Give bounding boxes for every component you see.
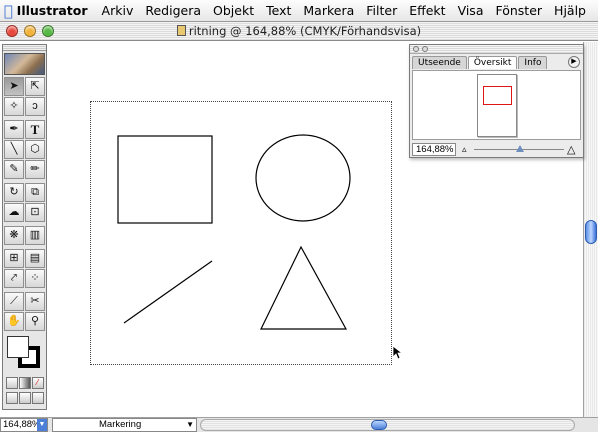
menu-redigera[interactable]: Redigera [145,3,201,18]
menu-bar:  Illustrator Arkiv Redigera Objekt Text… [0,0,598,22]
hand-icon[interactable]: ✋ [4,312,24,331]
gradient-icon[interactable]: ▤ [25,249,45,268]
vertical-scroll-thumb[interactable] [585,220,597,244]
navigator-thumbnail [477,74,517,137]
navigator-preview[interactable] [412,70,581,140]
circle-shape[interactable] [255,134,351,222]
menu-text[interactable]: Text [266,3,291,18]
pencil-icon[interactable]: ✏ [25,160,45,179]
eyedropper-icon[interactable]: ⤤ [4,269,24,288]
paintbrush-icon[interactable]: ✎ [4,160,24,179]
navigator-palette: Utseende Översikt Info ▶ 164,88% ▵ △ [409,44,584,158]
full-screen-menu-mode-icon[interactable] [18,392,31,404]
selection-arrow-icon[interactable]: ➤ [4,77,24,96]
line-segment-icon[interactable]: ╲ [4,140,24,159]
rotate-icon[interactable]: ↻ [4,183,24,202]
ellipse-icon[interactable]: ⬡ [25,140,45,159]
tab-utseende[interactable]: Utseende [412,56,467,69]
menu-hjalp[interactable]: Hjälp [554,3,586,18]
menu-objekt[interactable]: Objekt [213,3,254,18]
triangle-shape[interactable] [260,245,348,330]
zoom-level-field[interactable]: 164,88% ▼ [0,418,48,432]
horizontal-scroll-thumb[interactable] [371,420,387,430]
window-titlebar[interactable]: ritning @ 164,88% (CMYK/Förhandsvisa) [0,22,598,41]
apple-menu-icon[interactable]:  [0,2,17,20]
zoom-slider[interactable] [474,145,564,152]
line-shape[interactable] [123,260,213,324]
symbol-sprayer-icon[interactable]: ❋ [4,226,24,245]
status-info-label: Markering [99,419,142,430]
status-info-menu[interactable]: Markering ▼ [52,418,197,432]
menu-arkiv[interactable]: Arkiv [102,3,134,18]
zoom-out-icon[interactable]: ▵ [462,144,467,155]
scissors-icon[interactable]: ✂ [25,292,45,311]
warp-icon[interactable]: ☁ [4,203,24,222]
illustrator-logo-image[interactable] [4,53,45,75]
navigator-view-box[interactable] [483,86,512,105]
menu-effekt[interactable]: Effekt [409,3,445,18]
square-shape[interactable] [117,135,213,224]
palette-collapse-icon[interactable] [422,46,428,52]
window-title-container: ritning @ 164,88% (CMYK/Förhandsvisa) [0,24,598,38]
none-mode-icon[interactable]: ⁄ [31,377,44,389]
blend-icon[interactable]: ⁘ [25,269,45,288]
zoom-dropdown-icon[interactable]: ▼ [37,419,47,431]
fill-swatch[interactable] [7,336,29,358]
tab-oversikt[interactable]: Översikt [467,56,518,69]
standard-screen-mode-icon[interactable] [5,392,18,404]
horizontal-scrollbar[interactable] [200,419,575,431]
status-bar: 164,88% ▼ Markering ▼ [0,417,598,432]
menu-markera[interactable]: Markera [303,3,354,18]
slice-icon[interactable]: ⟋ [4,292,24,311]
menu-fonster[interactable]: Fönster [495,3,542,18]
document-icon [176,25,186,36]
magic-wand-icon[interactable]: ✧ [4,97,24,116]
color-mode-icon[interactable] [5,377,18,389]
gradient-mode-icon[interactable] [18,377,31,389]
zoom-level-value: 164,88% [3,419,41,430]
full-screen-mode-icon[interactable] [31,392,44,404]
vertical-scrollbar[interactable] [583,42,598,417]
mesh-icon[interactable]: ⊞ [4,249,24,268]
palette-close-icon[interactable] [413,46,419,52]
mouse-cursor-icon [392,345,404,360]
tab-info[interactable]: Info [518,56,548,69]
pen-icon[interactable]: ✒ [4,120,24,139]
scale-icon[interactable]: ⧉ [25,183,45,202]
fill-stroke-swatches [4,334,45,374]
direct-selection-icon[interactable]: ⇱ [25,77,45,96]
menu-filter[interactable]: Filter [366,3,397,18]
zoom-in-icon[interactable]: △ [567,143,575,156]
palette-menu-icon[interactable]: ▶ [568,56,580,68]
window-title: ritning @ 164,88% (CMYK/Förhandsvisa) [188,24,422,38]
app-menu[interactable]: Illustrator [17,3,88,18]
column-graph-icon[interactable]: ▥ [25,226,45,245]
tool-palette-titlebar[interactable] [3,45,46,51]
navigator-titlebar[interactable] [410,45,583,54]
zoom-slider-knob[interactable] [516,145,524,152]
lasso-icon[interactable]: ↄ [25,97,45,116]
navigator-zoom-field[interactable]: 164,88% [412,143,456,156]
type-icon[interactable]: T [25,120,45,139]
status-dropdown-icon[interactable]: ▼ [186,419,194,431]
tool-palette: ➤ ⇱ ✧ ↄ ✒ T ╲ ⬡ ✎ ✏ ↻ ⧉ ☁ ⊡ ❋ ▥ ⊞ ▤ ⤤ ⁘ … [2,44,47,410]
free-transform-icon[interactable]: ⊡ [25,203,45,222]
menu-visa[interactable]: Visa [458,3,484,18]
zoom-icon[interactable]: ⚲ [25,312,45,331]
